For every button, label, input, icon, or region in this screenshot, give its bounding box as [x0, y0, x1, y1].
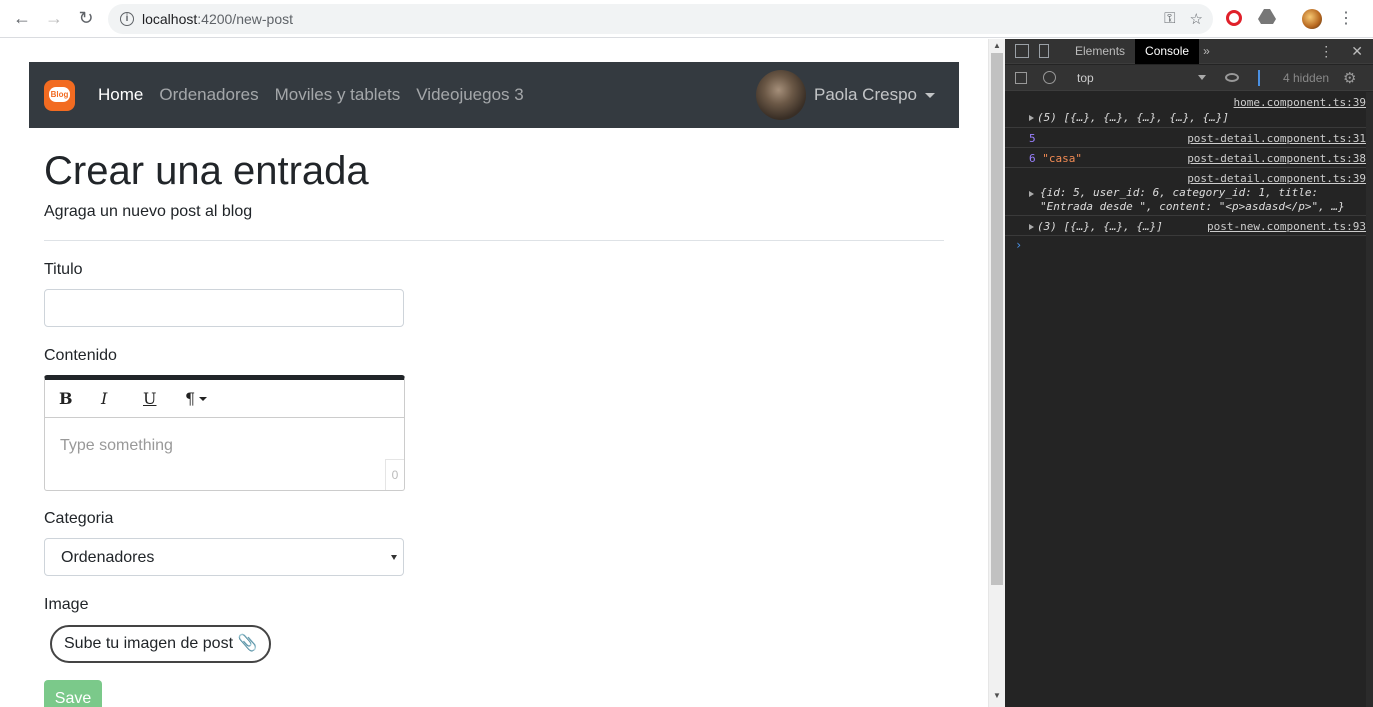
page-scrollbar[interactable]: ▲ ▼ — [988, 39, 1005, 707]
nav-link-ordenadores[interactable]: Ordenadores — [159, 85, 258, 105]
site-navbar: Blog Home Ordenadores Moviles y tablets … — [29, 62, 959, 128]
console-log-entry[interactable]: 6 "casa" post-detail.component.ts:38 — [1005, 148, 1366, 168]
console-log-entry[interactable]: post-detail.component.ts:39 {id: 5, user… — [1005, 168, 1366, 216]
tab-console[interactable]: Console — [1135, 38, 1200, 64]
console-prompt[interactable]: › — [1005, 236, 1366, 256]
log-source-link[interactable]: post-new.component.ts:93 — [1207, 220, 1366, 233]
contenido-label: Contenido — [44, 347, 117, 364]
expand-triangle-icon[interactable] — [1029, 224, 1034, 230]
drive-extension-icon[interactable] — [1258, 9, 1276, 27]
rich-text-editor[interactable]: B I U ¶ Type something 0 — [44, 375, 405, 491]
console-output: home.component.ts:39 (5) [{…}, {…}, {…},… — [1005, 92, 1366, 256]
sidebar-toggle-icon[interactable] — [1015, 72, 1027, 84]
paragraph-icon: ¶ — [185, 389, 196, 408]
scrollbar-thumb[interactable] — [991, 53, 1003, 585]
user-menu[interactable]: Paola Crespo — [755, 70, 935, 120]
bold-button[interactable]: B — [59, 389, 101, 408]
user-name[interactable]: Paola Crespo — [814, 85, 917, 105]
chevron-down-icon — [199, 396, 208, 401]
close-devtools-icon[interactable]: ✕ — [1351, 43, 1363, 60]
page-viewport: Blog Home Ordenadores Moviles y tablets … — [0, 39, 988, 707]
profile-avatar[interactable] — [1302, 9, 1322, 29]
upload-image-button[interactable]: Sube tu imagen de post 📎 — [50, 625, 272, 663]
devtools-panel: Elements Console » ⋮ ✕ top 4 hidden ⚙ ho… — [1005, 38, 1373, 707]
console-scrollbar[interactable] — [1366, 92, 1373, 707]
back-arrow-icon[interactable]: ← — [6, 3, 38, 35]
live-expression-eye-icon[interactable] — [1225, 73, 1239, 82]
editor-toolbar: B I U ¶ — [45, 380, 404, 418]
inspect-element-icon[interactable] — [1015, 44, 1029, 58]
site-info-icon[interactable]: i — [120, 12, 134, 26]
nav-links: Home Ordenadores Moviles y tablets Video… — [98, 85, 524, 105]
log-source-link[interactable]: post-detail.component.ts:31 — [1187, 132, 1366, 145]
device-toolbar-icon[interactable] — [1039, 44, 1049, 58]
prompt-chevron-icon: › — [1015, 238, 1023, 252]
hidden-messages-count[interactable]: 4 hidden — [1283, 71, 1329, 85]
url-text: localhost:4200/new-post — [142, 11, 293, 27]
nav-link-home[interactable]: Home — [98, 85, 143, 105]
categoria-label: Categoria — [44, 510, 114, 527]
scroll-down-icon[interactable]: ▼ — [989, 691, 1005, 700]
address-bar[interactable]: i localhost:4200/new-post ⚿ ☆ — [108, 4, 1213, 34]
editor-placeholder[interactable]: Type something — [60, 437, 173, 455]
context-dropdown-icon[interactable] — [1198, 75, 1206, 80]
more-tabs-icon[interactable]: » — [1203, 44, 1210, 58]
titulo-input[interactable] — [44, 289, 404, 327]
browser-menu-icon[interactable]: ⋮ — [1338, 9, 1354, 29]
log-source-link[interactable]: home.component.ts:39 — [1234, 96, 1366, 109]
console-log-entry[interactable]: (3) [{…}, {…}, {…}] post-new.component.t… — [1005, 216, 1366, 236]
underline-button[interactable]: U — [143, 389, 185, 408]
italic-button[interactable]: I — [101, 389, 143, 408]
devtools-menu-icon[interactable]: ⋮ — [1319, 43, 1333, 60]
reload-icon[interactable]: ↻ — [70, 3, 102, 35]
devtools-tabbar: Elements Console » ⋮ ✕ — [1005, 38, 1373, 64]
log-source-link[interactable]: post-detail.component.ts:39 — [1187, 172, 1366, 185]
opera-extension-icon[interactable] — [1226, 10, 1242, 26]
forward-arrow-icon[interactable]: → — [38, 3, 70, 35]
divider — [44, 240, 944, 241]
nav-link-moviles[interactable]: Moviles y tablets — [275, 85, 401, 105]
context-selector[interactable]: top — [1077, 71, 1094, 85]
console-log-entry[interactable]: home.component.ts:39 (5) [{…}, {…}, {…},… — [1005, 92, 1366, 128]
image-label: Image — [44, 596, 89, 613]
character-counter: 0 — [385, 459, 404, 490]
blog-logo[interactable]: Blog — [44, 80, 75, 111]
console-settings-gear-icon[interactable]: ⚙ — [1343, 69, 1356, 87]
expand-triangle-icon[interactable] — [1029, 115, 1034, 121]
paragraph-dropdown[interactable]: ¶ — [185, 389, 227, 408]
save-button[interactable]: Save — [44, 680, 102, 707]
key-icon[interactable]: ⚿ — [1164, 10, 1175, 28]
browser-toolbar: ← → ↻ i localhost:4200/new-post ⚿ ☆ ⋮ — [0, 0, 1373, 38]
filter-input[interactable] — [1258, 70, 1266, 86]
console-log-entry[interactable]: 5 post-detail.component.ts:31 — [1005, 128, 1366, 148]
categoria-select[interactable]: Ordenadores — [44, 538, 404, 576]
expand-triangle-icon[interactable] — [1029, 191, 1034, 197]
titulo-label: Titulo — [44, 261, 83, 278]
categoria-selected-value: Ordenadores — [61, 549, 155, 566]
user-avatar[interactable] — [755, 70, 806, 120]
bookmark-star-icon[interactable]: ☆ — [1190, 10, 1203, 28]
nav-link-videojuegos[interactable]: Videojuegos 3 — [416, 85, 523, 105]
clear-console-icon[interactable] — [1043, 71, 1056, 84]
select-arrow-icon — [391, 555, 397, 560]
page-title: Crear una entrada — [44, 149, 369, 193]
tab-elements[interactable]: Elements — [1065, 39, 1135, 64]
console-toolbar: top 4 hidden ⚙ — [1005, 65, 1373, 91]
log-source-link[interactable]: post-detail.component.ts:38 — [1187, 152, 1366, 165]
page-subtitle: Agraga un nuevo post al blog — [44, 203, 253, 220]
scroll-up-icon[interactable]: ▲ — [989, 41, 1005, 50]
caret-down-icon[interactable] — [925, 92, 935, 98]
